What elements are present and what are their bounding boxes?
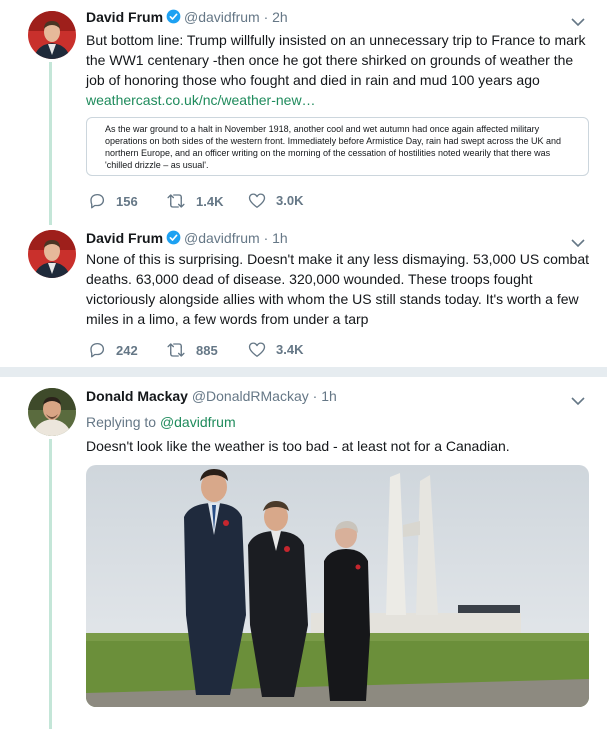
thread-separator bbox=[0, 367, 607, 377]
like-button[interactable]: 3.0K bbox=[248, 192, 303, 209]
heart-icon bbox=[248, 342, 266, 357]
chevron-down-icon[interactable] bbox=[571, 393, 585, 406]
thread-line bbox=[49, 62, 52, 225]
replying-to-handle[interactable]: @davidfrum bbox=[160, 414, 236, 430]
tweet-header: David Frum @davidfrum · 2h bbox=[86, 8, 288, 28]
tweet-3[interactable]: Donald Mackay @DonaldRMackay · 1h Replyi… bbox=[0, 377, 607, 729]
retweet-count: 1.4K bbox=[196, 193, 224, 209]
reply-icon bbox=[90, 193, 105, 209]
reply-button[interactable]: 242 bbox=[88, 341, 138, 359]
avatar[interactable] bbox=[28, 11, 76, 59]
avatar[interactable] bbox=[28, 230, 76, 278]
verified-badge-icon bbox=[166, 230, 181, 249]
reply-button[interactable]: 156 bbox=[88, 192, 138, 210]
reply-icon bbox=[90, 342, 105, 358]
author-name[interactable]: David Frum bbox=[86, 230, 163, 246]
avatar[interactable] bbox=[28, 388, 76, 436]
retweet-button[interactable]: 885 bbox=[166, 341, 218, 359]
tweet-2[interactable]: David Frum @davidfrum · 1h None of this i… bbox=[0, 225, 607, 367]
tweet-link[interactable]: weathercast.co.uk/nc/weather-new… bbox=[86, 92, 316, 108]
timestamp[interactable]: · 1h bbox=[264, 230, 288, 246]
heart-icon bbox=[248, 193, 266, 208]
like-count: 3.4K bbox=[276, 342, 304, 357]
author-handle[interactable]: @davidfrum bbox=[184, 9, 260, 25]
chevron-down-icon[interactable] bbox=[571, 235, 585, 248]
timestamp[interactable]: · 1h bbox=[313, 388, 337, 404]
replying-to: Replying to @davidfrum bbox=[86, 413, 236, 431]
timestamp[interactable]: · 2h bbox=[264, 9, 288, 25]
chevron-down-icon[interactable] bbox=[571, 14, 585, 27]
tweet-body: But bottom line: Trump willfully insiste… bbox=[86, 32, 586, 88]
author-handle[interactable]: @DonaldRMackay bbox=[192, 388, 309, 404]
retweet-button[interactable]: 1.4K bbox=[166, 192, 223, 210]
tweet-header: Donald Mackay @DonaldRMackay · 1h bbox=[86, 387, 337, 405]
author-handle[interactable]: @davidfrum bbox=[184, 230, 260, 246]
tweet-actions: 242 885 3.4K bbox=[86, 341, 386, 361]
replying-label: Replying to bbox=[86, 414, 157, 430]
retweet-icon bbox=[167, 194, 185, 208]
tweet-text: But bottom line: Trump willfully insiste… bbox=[86, 30, 591, 110]
tweet-text: None of this is surprising. Doesn't make… bbox=[86, 251, 590, 327]
retweet-count: 885 bbox=[196, 342, 218, 358]
reply-count: 156 bbox=[116, 193, 138, 209]
tweet-text: Doesn't look like the weather is too bad… bbox=[86, 438, 510, 454]
like-count: 3.0K bbox=[276, 193, 304, 208]
link-card[interactable]: As the war ground to a halt in November … bbox=[86, 117, 589, 176]
link-card-text: As the war ground to a halt in November … bbox=[105, 124, 562, 170]
tweet-1[interactable]: David Frum @davidfrum · 2h But bottom lin… bbox=[0, 0, 607, 225]
author-name[interactable]: David Frum bbox=[86, 9, 163, 25]
like-button[interactable]: 3.4K bbox=[248, 341, 303, 358]
reply-count: 242 bbox=[116, 342, 138, 358]
tweet-actions: 156 1.4K 3.0K bbox=[86, 192, 386, 212]
thread-line bbox=[49, 439, 52, 729]
verified-badge-icon bbox=[166, 9, 181, 28]
retweet-icon bbox=[167, 343, 185, 357]
author-name[interactable]: Donald Mackay bbox=[86, 388, 188, 404]
tweet-header: David Frum @davidfrum · 1h bbox=[86, 229, 288, 249]
tweet-photo[interactable] bbox=[86, 465, 589, 707]
